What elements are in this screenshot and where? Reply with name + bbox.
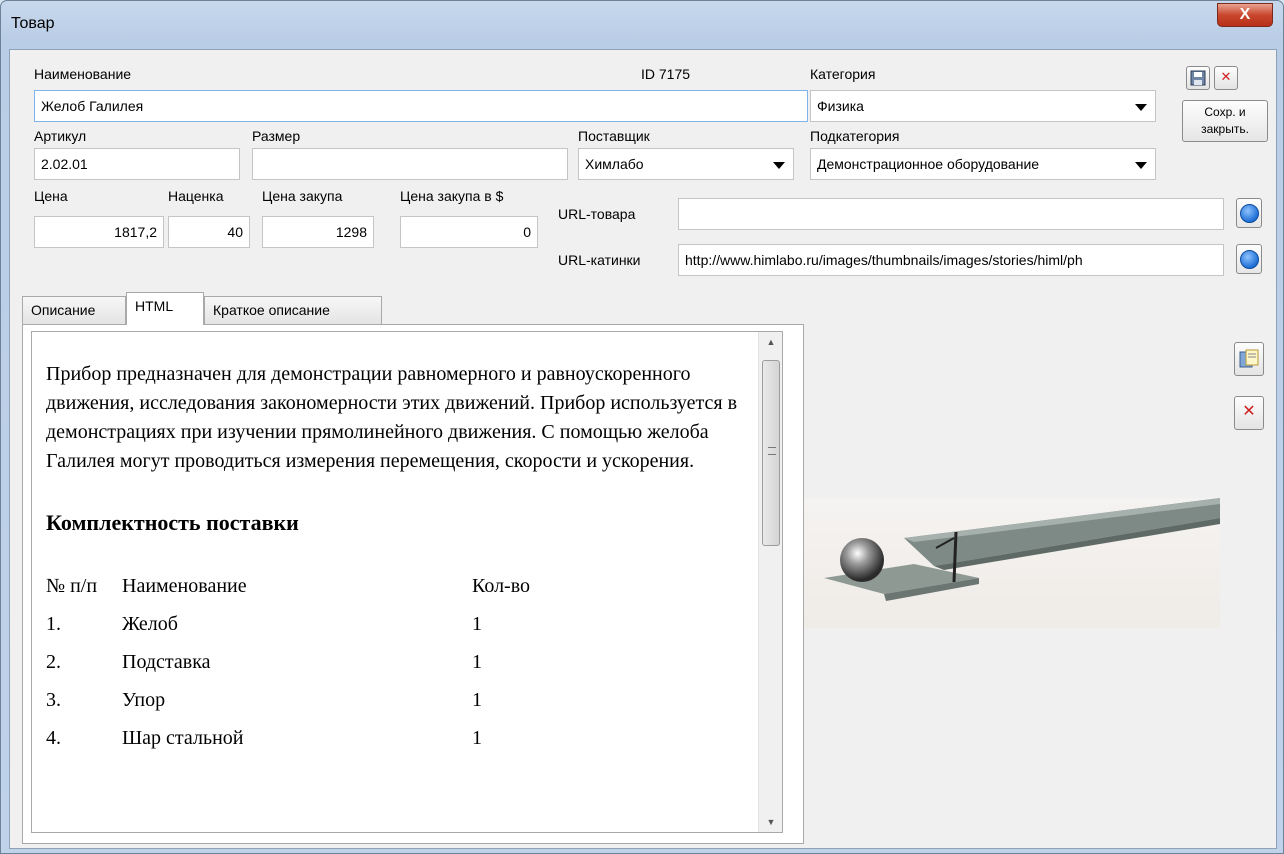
markup-field[interactable]: 40 (168, 216, 250, 248)
folder-image-icon (1239, 349, 1259, 368)
save-and-close-button[interactable]: Сохр. и закрыть. (1182, 100, 1268, 142)
open-image-url-button[interactable] (1236, 244, 1262, 274)
scroll-down-arrow-icon[interactable]: ▼ (759, 812, 782, 832)
tab-description[interactable]: Описание (22, 296, 126, 324)
table-row: 2. Подставка 1 (46, 643, 530, 681)
red-x-icon: ✕ (1220, 69, 1232, 84)
tab-html[interactable]: HTML (126, 292, 204, 325)
product-photo (804, 498, 1220, 628)
purchase-usd-field[interactable]: 0 (400, 216, 538, 248)
row-number: 2. (46, 650, 61, 673)
purchase-price-field[interactable]: 1298 (262, 216, 374, 248)
description-paragraph: Прибор предназначен для демонстрации рав… (46, 363, 738, 472)
scroll-up-arrow-icon[interactable]: ▲ (759, 332, 782, 352)
url-product-field[interactable] (678, 198, 1224, 230)
tab-short-description[interactable]: Краткое описание (204, 296, 382, 324)
row-number: 3. (46, 688, 61, 711)
floppy-disk-icon (1190, 70, 1206, 86)
chevron-down-icon (1135, 162, 1147, 169)
grip-icon (768, 447, 776, 455)
purchase-price-label: Цена закупа (262, 188, 343, 204)
load-image-button[interactable] (1234, 342, 1264, 376)
save-and-close-label-2: закрыть. (1201, 122, 1249, 136)
row-name: Подставка (122, 650, 211, 673)
price-field[interactable]: 1817,2 (34, 216, 164, 248)
delivery-set-heading: Комплектность поставки (46, 510, 299, 535)
supplier-label: Поставщик (578, 128, 650, 144)
delivery-set-table: № п/п Наименование Кол-во 1. Желоб 1 2. … (46, 567, 530, 757)
name-label: Наименование (34, 66, 132, 82)
table-row: 4. Шар стальной 1 (46, 719, 530, 757)
window-title: Товар (11, 15, 55, 32)
title-bar: Товар X (1, 1, 1283, 47)
column-number: № п/п (46, 574, 98, 597)
table-row: 1. Желоб 1 (46, 605, 530, 643)
article-field[interactable]: 2.02.01 (34, 148, 240, 180)
product-window: Товар X Наименование ID 7175 Категория Ж… (0, 0, 1284, 854)
row-name: Шар стальной (122, 726, 244, 749)
supplier-select-value: Химлабо (585, 156, 644, 172)
html-editor[interactable]: Прибор предназначен для демонстрации рав… (31, 331, 783, 833)
category-select-value: Физика (817, 98, 864, 114)
red-x-icon: ✕ (1242, 403, 1256, 420)
row-qty: 1 (472, 688, 482, 711)
chevron-down-icon (1135, 104, 1147, 111)
article-label: Артикул (34, 128, 87, 144)
row-qty: 1 (472, 650, 482, 673)
subcategory-select[interactable]: Демонстрационное оборудование (810, 148, 1156, 180)
window-close-button[interactable]: X (1217, 3, 1273, 27)
table-header-row: № п/п Наименование Кол-во (46, 567, 530, 605)
product-image-panel (804, 282, 1220, 846)
globe-icon (1240, 250, 1259, 269)
row-qty: 1 (472, 612, 482, 635)
galileo-trough-photo (824, 498, 1220, 601)
url-product-label: URL-товара (558, 206, 636, 222)
url-image-label: URL-катинки (558, 252, 641, 268)
scrollbar-thumb[interactable] (762, 360, 780, 546)
editor-scrollbar[interactable]: ▲ ▼ (758, 332, 782, 832)
chevron-down-icon (773, 162, 785, 169)
subcategory-select-value: Демонстрационное оборудование (817, 156, 1040, 172)
column-name: Наименование (122, 574, 247, 597)
size-field[interactable] (252, 148, 568, 180)
editor-content: Прибор предназначен для демонстрации рав… (46, 360, 746, 757)
row-name: Упор (122, 688, 166, 711)
price-label: Цена (34, 188, 68, 204)
category-label: Категория (810, 66, 876, 82)
open-product-url-button[interactable] (1236, 198, 1262, 228)
delete-image-button[interactable]: ✕ (1234, 396, 1264, 430)
globe-icon (1240, 204, 1259, 223)
url-image-field[interactable]: http://www.himlabo.ru/images/thumbnails/… (678, 244, 1224, 276)
save-and-close-label-1: Сохр. и (1204, 105, 1246, 119)
form-client-area: Наименование ID 7175 Категория Желоб Гал… (9, 49, 1277, 849)
row-qty: 1 (472, 726, 482, 749)
save-button[interactable] (1186, 66, 1210, 90)
delete-button[interactable]: ✕ (1214, 66, 1238, 90)
html-editor-frame: Прибор предназначен для демонстрации рав… (22, 324, 804, 844)
product-id: ID 7175 (641, 66, 691, 82)
name-field[interactable]: Желоб Галилея (34, 90, 808, 122)
category-select[interactable]: Физика (810, 90, 1156, 122)
row-number: 1. (46, 612, 61, 635)
subcategory-label: Подкатегория (810, 128, 900, 144)
purchase-usd-label: Цена закупа в $ (400, 188, 504, 204)
markup-label: Наценка (168, 188, 224, 204)
size-label: Размер (252, 128, 301, 144)
row-name: Желоб (122, 612, 178, 635)
row-number: 4. (46, 726, 61, 749)
column-qty: Кол-во (472, 574, 531, 597)
table-row: 3. Упор 1 (46, 681, 530, 719)
supplier-select[interactable]: Химлабо (578, 148, 794, 180)
